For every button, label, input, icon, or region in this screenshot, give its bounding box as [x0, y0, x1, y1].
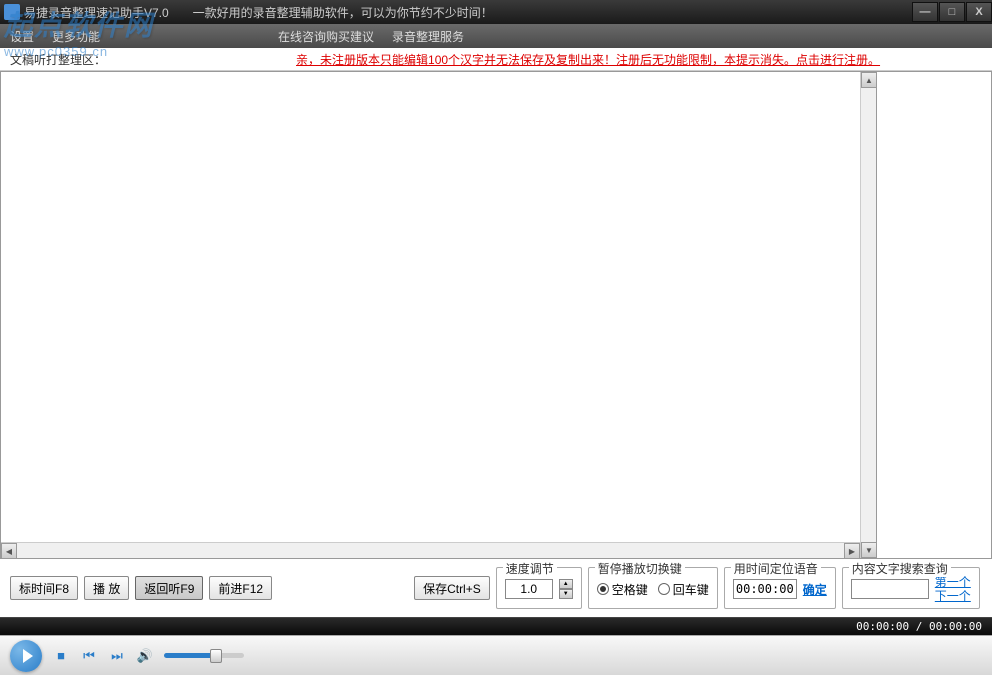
next-track-icon[interactable]: ⏭ — [108, 648, 126, 664]
radio-enter-key[interactable]: 回车键 — [658, 581, 709, 598]
maximize-button[interactable]: □ — [939, 2, 965, 22]
menu-settings[interactable]: 设置 — [10, 28, 34, 45]
radio-enter-label: 回车键 — [673, 581, 709, 598]
pause-key-fieldset: 暂停播放切换键 空格键 回车键 — [588, 567, 718, 609]
replay-button[interactable]: 返回听F9 — [135, 576, 203, 600]
scroll-right-icon[interactable]: ▶ — [844, 543, 860, 559]
forward-button[interactable]: 前进F12 — [209, 576, 272, 600]
speed-input[interactable] — [505, 579, 553, 599]
scroll-up-icon[interactable]: ▲ — [861, 72, 877, 88]
player-bar: ■ ⏮ ⏭ 🔊 — [0, 635, 992, 675]
window-title: 易捷录音整理速记助手V7.0 一款好用的录音整理辅助软件，可以为你节约不少时间！ — [24, 4, 911, 21]
close-button[interactable]: X — [966, 2, 992, 22]
vertical-scrollbar[interactable]: ▲ ▼ — [860, 72, 876, 558]
radio-icon — [597, 583, 609, 595]
editor-section-label: 文稿听打整理区： — [10, 51, 106, 68]
radio-space-key[interactable]: 空格键 — [597, 581, 648, 598]
radio-space-label: 空格键 — [612, 581, 648, 598]
speed-up-icon[interactable]: ▲ — [559, 579, 573, 589]
volume-slider[interactable] — [164, 653, 244, 658]
search-legend: 内容文字搜索查询 — [849, 560, 951, 577]
stop-icon[interactable]: ■ — [52, 648, 70, 663]
search-input[interactable] — [851, 579, 929, 599]
search-first-link[interactable]: 第一个 — [935, 575, 971, 589]
speed-down-icon[interactable]: ▼ — [559, 589, 573, 599]
radio-icon — [658, 583, 670, 595]
register-notice-link[interactable]: 亲，未注册版本只能编辑100个汉字并无法保存及复制出来！注册后无功能限制，本提示… — [296, 51, 880, 68]
time-locate-confirm[interactable]: 确定 — [803, 581, 827, 598]
volume-icon[interactable]: 🔊 — [136, 648, 154, 664]
time-locate-input[interactable] — [733, 579, 797, 599]
time-locate-fieldset: 用时间定位语音 确定 — [724, 567, 836, 609]
pause-key-legend: 暂停播放切换键 — [595, 560, 685, 577]
app-icon — [4, 4, 20, 20]
time-locate-legend: 用时间定位语音 — [731, 560, 821, 577]
progress-time: 00:00:00 / 00:00:00 — [856, 620, 982, 633]
speed-legend: 速度调节 — [503, 560, 557, 577]
horizontal-scrollbar[interactable]: ◀ ▶ — [1, 542, 860, 558]
scroll-left-icon[interactable]: ◀ — [1, 543, 17, 559]
menu-more-features[interactable]: 更多功能 — [52, 28, 100, 45]
prev-track-icon[interactable]: ⏮ — [80, 648, 98, 664]
side-panel[interactable] — [877, 71, 992, 559]
speed-fieldset: 速度调节 ▲ ▼ — [496, 567, 582, 609]
minimize-button[interactable]: — — [912, 2, 938, 22]
save-button[interactable]: 保存Ctrl+S — [414, 576, 490, 600]
menubar: 设置 更多功能 在线咨询购买建议 录音整理服务 — [0, 24, 992, 48]
progress-bar[interactable]: 00:00:00 / 00:00:00 — [0, 617, 992, 635]
scroll-down-icon[interactable]: ▼ — [861, 542, 877, 558]
mark-time-button[interactable]: 标时间F8 — [10, 576, 78, 600]
player-play-button[interactable] — [10, 640, 42, 672]
menu-consult[interactable]: 在线咨询购买建议 — [278, 28, 374, 45]
search-next-link[interactable]: 下一个 — [935, 589, 971, 603]
menu-service[interactable]: 录音整理服务 — [392, 28, 464, 45]
search-fieldset: 内容文字搜索查询 第一个 下一个 — [842, 567, 980, 609]
transcript-editor[interactable]: ▲ ▼ ◀ ▶ — [0, 71, 877, 559]
play-button[interactable]: 播 放 — [84, 576, 129, 600]
titlebar: 易捷录音整理速记助手V7.0 一款好用的录音整理辅助软件，可以为你节约不少时间！… — [0, 0, 992, 24]
